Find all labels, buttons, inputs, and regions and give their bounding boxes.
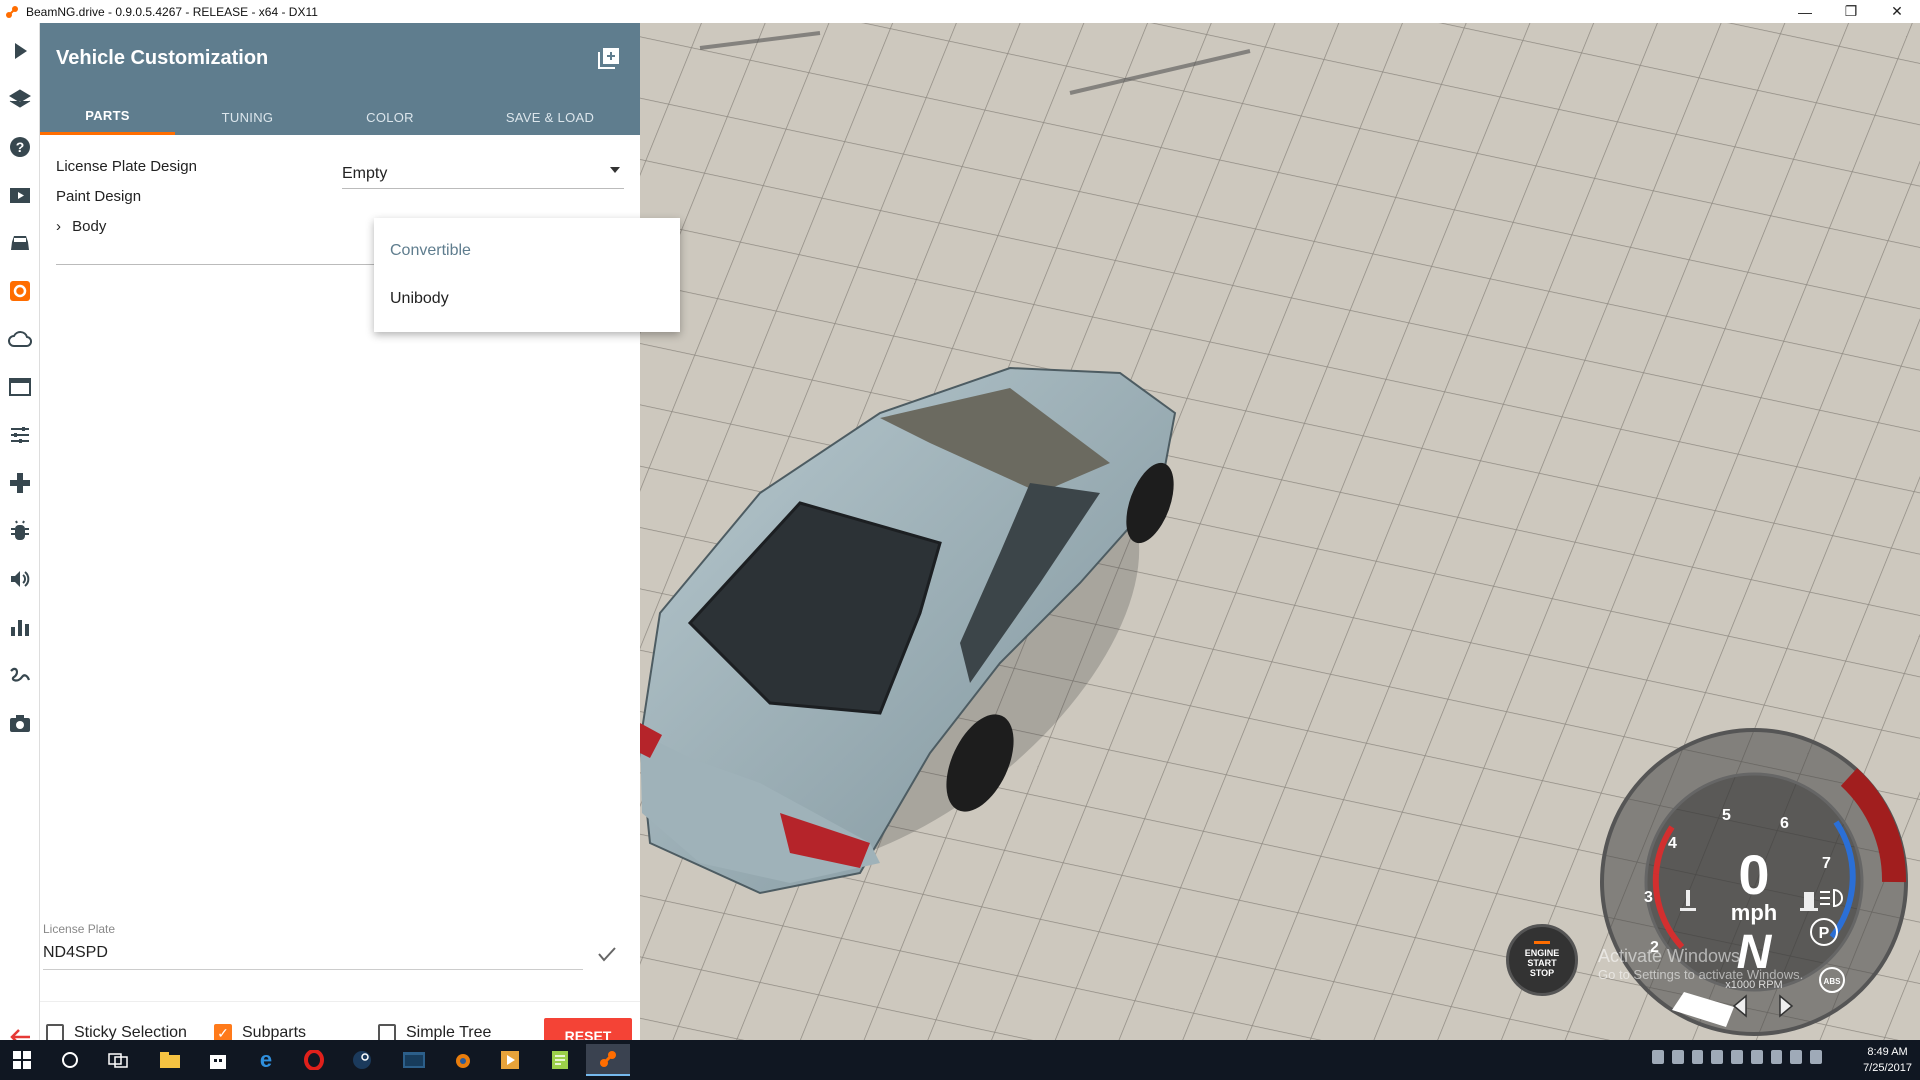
tray-app-icon[interactable] xyxy=(1711,1050,1724,1064)
panel-title: Vehicle Customization xyxy=(56,47,269,69)
license-plate-design-value: Empty xyxy=(342,165,388,182)
dropdown-caret-icon xyxy=(610,167,620,173)
tab-tuning[interactable]: TUNING xyxy=(175,99,320,135)
bug-icon[interactable] xyxy=(4,515,36,547)
window-icon[interactable] xyxy=(4,371,36,403)
tab-color[interactable]: COLOR xyxy=(320,99,460,135)
tray-app-icon[interactable] xyxy=(1731,1050,1743,1064)
tab-parts[interactable]: PARTS xyxy=(40,99,175,135)
main-menu-bar: ? xyxy=(0,23,40,1045)
layers-icon[interactable] xyxy=(4,83,36,115)
body-label: Body xyxy=(72,218,107,235)
start-label: START xyxy=(1527,958,1557,968)
play-icon[interactable] xyxy=(4,35,36,67)
windows-start-icon[interactable] xyxy=(0,1044,44,1076)
engine-label: ENGINE xyxy=(1524,948,1560,958)
video-icon[interactable] xyxy=(4,179,36,211)
parking-brake-label: P xyxy=(1819,925,1830,942)
blender-icon[interactable] xyxy=(440,1044,484,1076)
engine-start-stop-button[interactable]: ENGINE START STOP xyxy=(1506,924,1578,996)
vehicle-customization-panel: Vehicle Customization PARTS TUNING COLOR… xyxy=(40,23,680,1054)
file-explorer-icon[interactable] xyxy=(148,1044,192,1076)
engine-indicator-icon xyxy=(1534,941,1550,944)
tab-bar: PARTS TUNING COLOR SAVE & LOAD xyxy=(40,99,640,135)
pen-icon[interactable] xyxy=(1810,1050,1823,1064)
windows-taskbar: e 8:49 AM 7/25/2017 xyxy=(0,1040,1920,1080)
show-hidden-icons-icon[interactable] xyxy=(1652,1050,1664,1064)
clock-date: 7/25/2017 xyxy=(1863,1062,1912,1074)
license-plate-label: License Plate xyxy=(43,922,116,936)
help-icon[interactable]: ? xyxy=(4,131,36,163)
add-config-icon[interactable] xyxy=(598,47,620,69)
restore-button[interactable]: ❐ xyxy=(1828,0,1874,23)
minimize-button[interactable]: — xyxy=(1782,0,1828,23)
dropdown-option-convertible[interactable]: Convertible xyxy=(390,242,471,260)
app-window-icon[interactable] xyxy=(392,1044,436,1076)
abs-label: ABS xyxy=(1824,977,1842,986)
beamng-taskbar-icon[interactable] xyxy=(586,1044,630,1076)
beamng-app-icon xyxy=(6,5,18,18)
license-plate-input[interactable]: ND4SPD xyxy=(43,942,583,970)
bar-chart-icon[interactable] xyxy=(4,611,36,643)
watermark-subtitle: Go to Settings to activate Windows. xyxy=(1598,967,1804,982)
system-tray xyxy=(1652,1050,1823,1070)
tach-mark-7: 7 xyxy=(1822,855,1831,872)
dropdown-option-unibody[interactable]: Unibody xyxy=(390,290,449,308)
cortana-icon[interactable] xyxy=(48,1044,92,1076)
confirm-check-icon[interactable] xyxy=(596,943,618,965)
tach-mark-3: 3 xyxy=(1644,889,1653,906)
body-options-dropdown: Convertible Unibody xyxy=(374,218,680,332)
window-title: BeamNG.drive - 0.9.0.5.4267 - RELEASE - … xyxy=(26,4,318,19)
stop-label: STOP xyxy=(1529,968,1555,978)
camera-icon[interactable] xyxy=(4,707,36,739)
speed-unit: mph xyxy=(1731,900,1777,925)
notepad-plus-icon[interactable] xyxy=(538,1044,582,1076)
wifi-icon[interactable] xyxy=(1770,1050,1783,1064)
gamepad-icon[interactable] xyxy=(4,467,36,499)
body-underline xyxy=(56,264,376,265)
opera-icon[interactable] xyxy=(292,1044,336,1076)
tray-app-icon[interactable] xyxy=(1691,1050,1704,1064)
speed-tach-gauge: 2 3 4 5 6 7 0 mph N x1000 RPM P ABS xyxy=(1600,728,1908,1036)
clock-time: 8:49 AM xyxy=(1867,1046,1908,1058)
gesture-icon[interactable] xyxy=(4,659,36,691)
panel-header: Vehicle Customization PARTS TUNING COLOR… xyxy=(40,23,640,135)
steam-icon[interactable] xyxy=(340,1044,384,1076)
body-tree-item[interactable]: › Body xyxy=(56,218,106,235)
activate-windows-watermark: Activate Windows Go to Settings to activ… xyxy=(1598,946,1803,982)
tray-app-icon[interactable] xyxy=(1671,1050,1684,1064)
media-player-icon[interactable] xyxy=(488,1044,532,1076)
watermark-title: Activate Windows xyxy=(1598,946,1741,966)
store-icon[interactable] xyxy=(196,1044,240,1076)
speed-readout: 0 xyxy=(1738,843,1769,906)
car-icon[interactable] xyxy=(4,227,36,259)
vehicle-config-icon[interactable] xyxy=(4,275,36,307)
volume-icon[interactable] xyxy=(4,563,36,595)
tach-mark-6: 6 xyxy=(1780,815,1789,832)
window-title-bar: BeamNG.drive - 0.9.0.5.4267 - RELEASE - … xyxy=(0,0,1920,23)
tach-mark-4: 4 xyxy=(1668,835,1677,852)
tab-save-load[interactable]: SAVE & LOAD xyxy=(460,99,640,135)
sliders-icon[interactable] xyxy=(4,419,36,451)
license-plate-design-select[interactable]: Empty xyxy=(342,159,624,189)
chevron-right-icon: › xyxy=(56,218,61,235)
taskbar-clock[interactable]: 8:49 AM 7/25/2017 xyxy=(1863,1044,1912,1076)
volume-tray-icon[interactable] xyxy=(1790,1050,1803,1064)
paint-design-label: Paint Design xyxy=(56,188,142,205)
edge-icon[interactable]: e xyxy=(244,1044,288,1076)
battery-icon[interactable] xyxy=(1750,1050,1763,1064)
task-view-icon[interactable] xyxy=(96,1044,140,1076)
svg-text:?: ? xyxy=(16,139,25,155)
cloud-icon[interactable] xyxy=(4,323,36,355)
close-button[interactable]: ✕ xyxy=(1874,0,1920,23)
tach-mark-5: 5 xyxy=(1722,807,1731,824)
license-plate-design-label: License Plate Design xyxy=(56,158,197,175)
